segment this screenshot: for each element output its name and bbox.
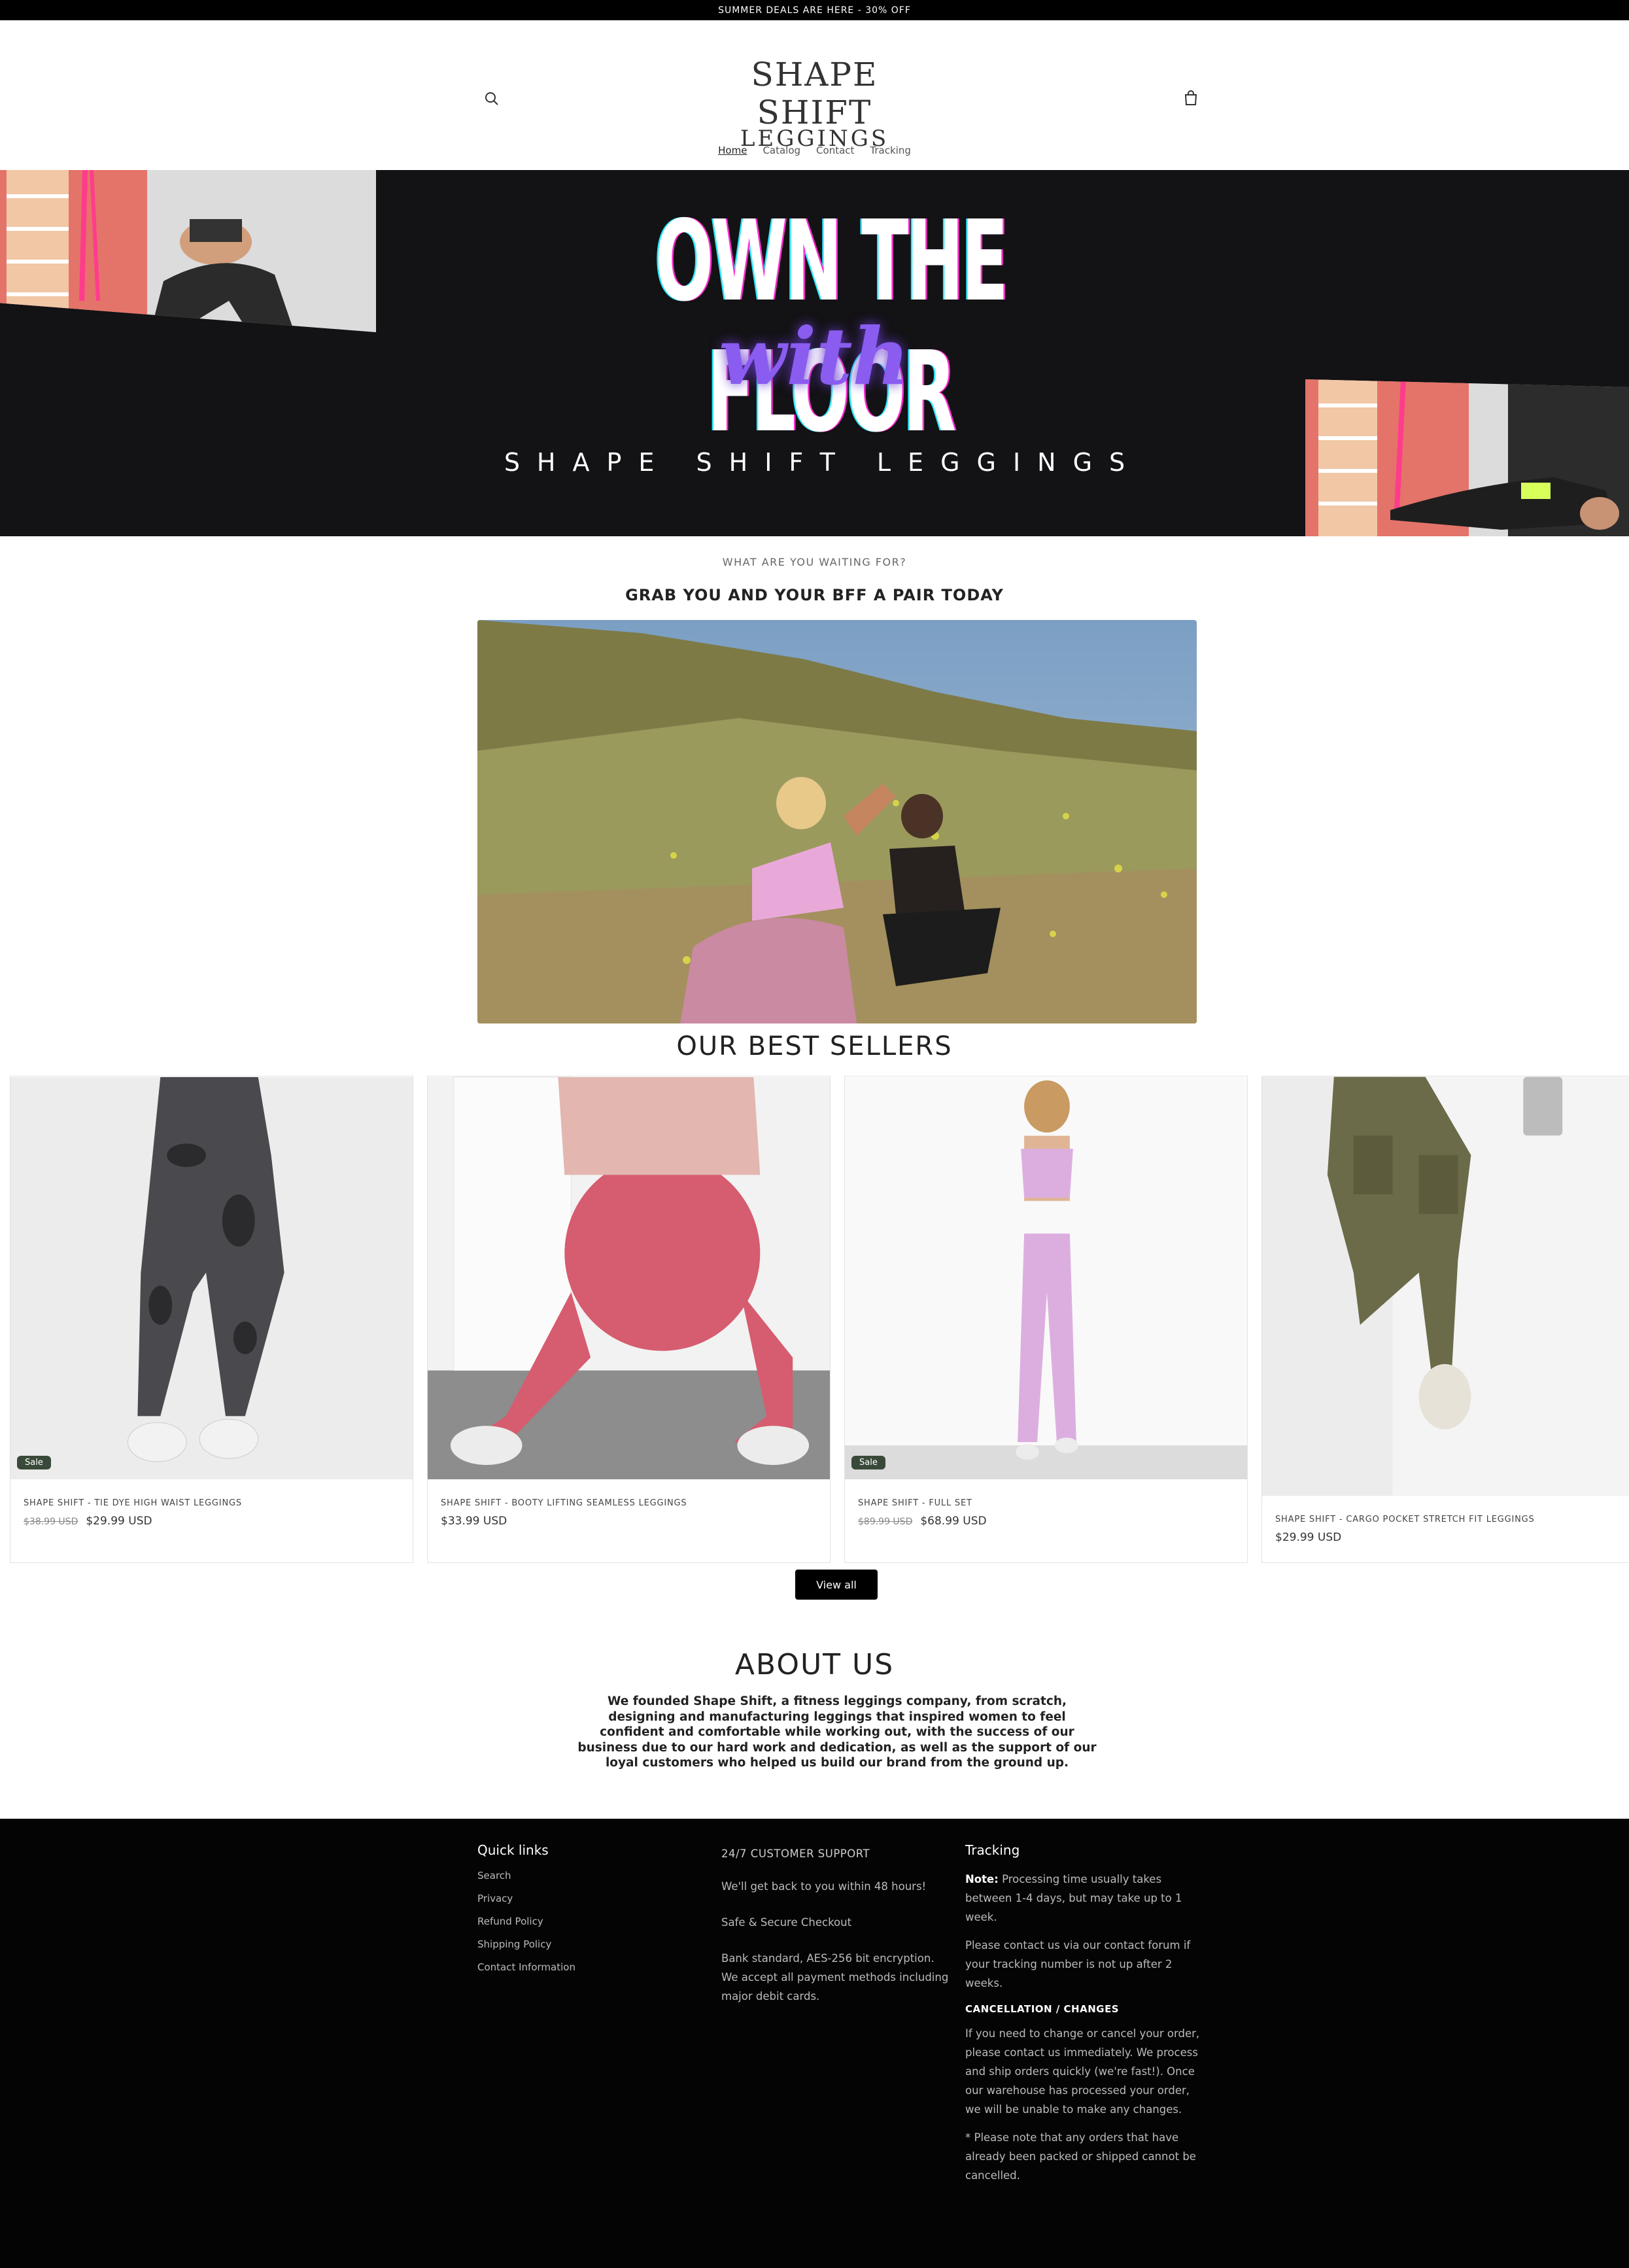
product-card[interactable]: SHAPE SHIFT - BOOTY LIFTING SEAMLESS LEG…	[427, 1076, 831, 1563]
footer-link-refund[interactable]: Refund Policy	[477, 1917, 687, 1927]
sale-badge: Sale	[17, 1456, 51, 1469]
support-checkout: Safe & Secure Checkout	[721, 1916, 852, 1929]
product-name[interactable]: SHAPE SHIFT - CARGO POCKET STRETCH FIT L…	[1275, 1515, 1535, 1524]
about-title: ABOUT US	[734, 1648, 895, 1681]
product-sale-price: $29.99 USD	[1275, 1531, 1342, 1544]
nav-home[interactable]: Home	[718, 145, 747, 156]
quick-links-title: Quick links	[477, 1842, 549, 1858]
cart-icon[interactable]	[1181, 88, 1201, 108]
nav-tracking[interactable]: Tracking	[870, 145, 910, 156]
product-name[interactable]: SHAPE SHIFT - TIE DYE HIGH WAIST LEGGING…	[24, 1498, 242, 1508]
product-card[interactable]: SHAPE SHIFT - CARGO POCKET STRETCH FIT L…	[1261, 1076, 1629, 1563]
product-image	[845, 1077, 1247, 1479]
main-nav: Home Catalog Contact Tracking	[0, 145, 1629, 156]
product-price: $89.99 USD $68.99 USD	[858, 1515, 987, 1528]
footer-link-contact[interactable]: Contact Information	[477, 1963, 687, 1972]
product-card[interactable]: Sale SHAPE SHIFT - TIE DYE HIGH WAIST LE…	[10, 1076, 413, 1563]
product-old-price: $38.99 USD	[24, 1517, 78, 1527]
product-image	[428, 1076, 830, 1479]
product-image	[10, 1077, 413, 1479]
promo-kicker: WHAT ARE YOU WAITING FOR?	[722, 556, 907, 568]
hero-photo-right	[1305, 379, 1629, 536]
product-price: $33.99 USD	[441, 1515, 507, 1528]
footer-quick-links: Quick links Search Privacy Refund Policy…	[477, 1832, 687, 1972]
tracking-contact: Please contact us via our contact forum …	[965, 1939, 1191, 1989]
best-sellers-title: OUR BEST SELLERS	[676, 1031, 953, 1061]
search-icon[interactable]	[483, 90, 501, 108]
footer-link-shipping[interactable]: Shipping Policy	[477, 1940, 687, 1950]
product-price: $38.99 USD $29.99 USD	[24, 1515, 152, 1528]
product-name[interactable]: SHAPE SHIFT - BOOTY LIFTING SEAMLESS LEG…	[441, 1498, 687, 1508]
product-old-price: $89.99 USD	[858, 1517, 913, 1527]
product-card[interactable]: Sale SHAPE SHIFT - FULL SET $89.99 USD $6…	[844, 1076, 1248, 1563]
product-sale-price: $68.99 USD	[920, 1515, 987, 1528]
cancellation-title: CANCELLATION / CHANGES	[965, 2003, 1120, 2015]
hero-with: with	[719, 311, 910, 403]
product-name[interactable]: SHAPE SHIFT - FULL SET	[858, 1498, 972, 1508]
tracking-title: Tracking	[965, 1842, 1020, 1858]
nav-catalog[interactable]: Catalog	[763, 145, 800, 156]
hero-photo-left	[0, 170, 376, 332]
product-sale-price: $29.99 USD	[86, 1515, 152, 1528]
tracking-note: Note: Processing time usually takes betw…	[965, 1870, 1201, 1927]
nav-contact[interactable]: Contact	[816, 145, 854, 156]
promo-video-frame	[477, 620, 1197, 1023]
view-all-button[interactable]: View all	[795, 1570, 878, 1600]
promo-video[interactable]	[477, 620, 1197, 1023]
cancellation-text: If you need to change or cancel your ord…	[965, 2027, 1200, 2116]
footer-tracking: Tracking Note: Processing time usually t…	[965, 1832, 1201, 2185]
announcement-bar: SUMMER DEALS ARE HERE - 30% OFF	[0, 0, 1629, 20]
cancellation-note: * Please note that any orders that have …	[965, 2131, 1196, 2182]
hero-banner[interactable]: OWN THE FLOOR with SHAPE SHIFT LEGGINGS	[0, 170, 1629, 536]
logo-line1: SHAPE SHIFT	[751, 56, 878, 131]
product-price: $29.99 USD	[1275, 1531, 1341, 1544]
footer-link-search[interactable]: Search	[477, 1871, 687, 1881]
note-label: Note:	[965, 1873, 999, 1885]
support-title: 24/7 CUSTOMER SUPPORT	[721, 1847, 870, 1860]
product-image	[1262, 1076, 1629, 1496]
announcement-text: SUMMER DEALS ARE HERE - 30% OFF	[718, 5, 911, 16]
support-response: We'll get back to you within 48 hours!	[721, 1880, 927, 1893]
site-header: SHAPE SHIFT LEGGINGS Home Catalog Contac…	[0, 20, 1629, 170]
support-encryption: Bank standard, AES-256 bit encryption. W…	[721, 1952, 949, 2002]
footer-link-privacy[interactable]: Privacy	[477, 1894, 687, 1904]
about-text: We founded Shape Shift, a fitness leggin…	[577, 1694, 1097, 1770]
product-sale-price: $33.99 USD	[441, 1515, 507, 1528]
site-footer: Quick links Search Privacy Refund Policy…	[0, 1819, 1629, 2268]
footer-support: 24/7 CUSTOMER SUPPORT We'll get back to …	[721, 1832, 950, 2006]
sale-badge: Sale	[851, 1456, 885, 1469]
site-logo[interactable]: SHAPE SHIFT LEGGINGS	[706, 56, 923, 150]
promo-heading: GRAB YOU AND YOUR BFF A PAIR TODAY	[625, 586, 1004, 604]
